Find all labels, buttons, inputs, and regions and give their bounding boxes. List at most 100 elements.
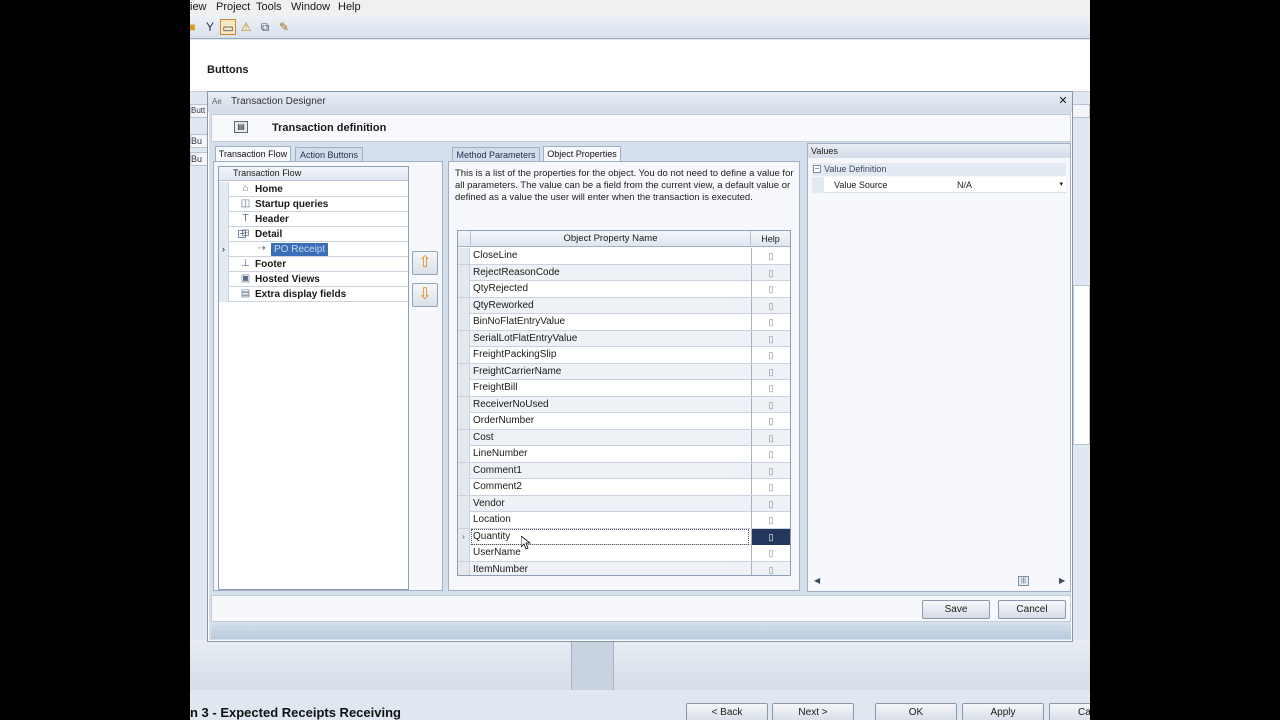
filter-icon[interactable]: Y — [202, 19, 218, 35]
property-name-cell[interactable]: QtyRejected — [473, 283, 528, 295]
property-name-cell[interactable]: OrderNumber — [473, 415, 534, 427]
table-row[interactable]: QtyRejected ▯ — [458, 281, 790, 298]
property-name-cell[interactable]: CloseLine — [473, 250, 517, 262]
wizard-ok-button[interactable]: OK — [875, 703, 957, 720]
table-row[interactable]: QtyReworked ▯ — [458, 297, 790, 314]
help-document-icon[interactable]: ▯ — [751, 429, 790, 446]
help-document-icon[interactable]: ▯ — [751, 248, 790, 264]
value-definition-section[interactable]: − Value Definition — [812, 163, 1066, 176]
tab-transaction-flow[interactable]: Transaction Flow — [215, 146, 291, 162]
tree-item-po-receipt[interactable]: › ⇢ PO Receipt — [219, 242, 408, 257]
help-document-icon[interactable]: ▯ — [751, 363, 790, 380]
screen-icon[interactable]: ▭ — [220, 19, 236, 35]
help-document-icon[interactable]: ▯ — [751, 281, 790, 297]
cancel-button[interactable]: Cancel — [998, 600, 1066, 619]
table-row[interactable]: ItemNumber ▯ — [458, 561, 790, 576]
dialog-titlebar[interactable]: Ae Transaction Designer ✕ — [208, 92, 1072, 112]
table-row[interactable]: FreightPackingSlip ▯ — [458, 347, 790, 364]
tree-item-extra-display-fields[interactable]: ▤ Extra display fields — [219, 287, 408, 302]
dropdown-arrow-icon[interactable]: ▾ — [1059, 177, 1063, 193]
property-name-cell[interactable]: SerialLotFlatEntryValue — [473, 333, 577, 345]
pencil-icon[interactable]: ✎ — [276, 19, 292, 35]
tree-item-home[interactable]: ⌂ Home — [219, 182, 408, 197]
property-name-cell[interactable]: QtyReworked — [473, 300, 534, 312]
table-row[interactable]: RejectReasonCode ▯ — [458, 264, 790, 281]
property-name-cell[interactable]: Comment2 — [473, 481, 522, 493]
property-name-cell[interactable]: ReceiverNoUsed — [473, 399, 549, 411]
tree-item-footer[interactable]: ⊥ Footer — [219, 257, 408, 272]
table-row[interactable]: › Quantity ▯ — [458, 528, 790, 545]
help-document-icon[interactable]: ▯ — [751, 380, 790, 396]
menu-view[interactable]: iew — [190, 1, 207, 13]
column-header-property-name[interactable]: Object Property Name — [470, 231, 751, 247]
property-name-cell[interactable]: Cost — [473, 432, 494, 444]
table-row[interactable]: UserName ▯ — [458, 545, 790, 562]
property-name-cell[interactable]: RejectReasonCode — [473, 267, 560, 279]
help-document-icon[interactable]: ▯ — [751, 396, 790, 413]
help-document-icon[interactable]: ▯ — [751, 495, 790, 512]
menu-help[interactable]: Help — [338, 1, 361, 13]
tree-item-header[interactable]: T Header — [219, 212, 408, 227]
table-row[interactable]: SerialLotFlatEntryValue ▯ — [458, 330, 790, 347]
help-document-icon[interactable]: ▯ — [751, 347, 790, 363]
table-row[interactable]: Comment2 ▯ — [458, 479, 790, 496]
save-button[interactable]: Save — [922, 600, 990, 619]
help-document-icon[interactable]: ▯ — [751, 512, 790, 528]
help-document-icon[interactable]: ▯ — [751, 545, 790, 561]
wizard-back-button[interactable]: < Back — [686, 703, 768, 720]
help-document-icon[interactable]: ▯ — [751, 462, 790, 479]
menu-project[interactable]: Project — [216, 1, 250, 13]
move-down-button[interactable]: ⇩ — [412, 283, 438, 307]
table-row[interactable]: LineNumber ▯ — [458, 446, 790, 463]
table-row[interactable]: Vendor ▯ — [458, 495, 790, 512]
column-header-help[interactable]: Help — [751, 231, 790, 247]
property-name-cell[interactable]: FreightBill — [473, 382, 517, 394]
property-name-cell[interactable]: Comment1 — [473, 465, 522, 477]
wizard-cancel-button[interactable]: Ca — [1049, 703, 1090, 720]
table-row[interactable]: FreightBill ▯ — [458, 380, 790, 397]
property-name-cell[interactable]: Location — [473, 514, 511, 526]
scroll-thumb[interactable]: ||| — [1018, 576, 1029, 586]
collapse-icon[interactable]: − — [813, 165, 821, 173]
scroll-left-icon[interactable]: ◀ — [814, 576, 820, 585]
wizard-next-button[interactable]: Next > — [772, 703, 854, 720]
property-name-cell[interactable]: FreightCarrierName — [473, 366, 561, 378]
table-row[interactable]: BinNoFlatEntryValue ▯ — [458, 314, 790, 331]
value-source-select[interactable]: N/A ▾ — [957, 177, 1067, 193]
tab-action-buttons[interactable]: Action Buttons — [295, 147, 363, 162]
tree-item-startup-queries[interactable]: ◫ Startup queries — [219, 197, 408, 212]
close-icon[interactable]: ✕ — [1056, 94, 1070, 108]
help-document-icon[interactable]: ▯ — [751, 479, 790, 495]
menu-window[interactable]: Window — [291, 1, 330, 13]
folder-icon[interactable]: ■ — [190, 19, 200, 35]
table-row[interactable]: Cost ▯ — [458, 429, 790, 446]
help-document-icon[interactable]: ▯ — [751, 446, 790, 462]
table-row[interactable]: FreightCarrierName ▯ — [458, 363, 790, 380]
property-name-cell[interactable]: ItemNumber — [473, 564, 528, 576]
values-horizontal-scrollbar[interactable]: ◀ ||| ▶ — [812, 576, 1066, 588]
tab-method-parameters[interactable]: Method Parameters — [452, 147, 540, 162]
help-document-icon[interactable]: ▯ — [751, 314, 790, 330]
scroll-right-icon[interactable]: ▶ — [1059, 576, 1065, 585]
help-document-icon[interactable]: ▯ — [751, 297, 790, 314]
tree-item-hosted-views[interactable]: ▣ Hosted Views — [219, 272, 408, 287]
table-row[interactable]: Location ▯ — [458, 512, 790, 529]
table-row[interactable]: CloseLine ▯ — [458, 248, 790, 265]
property-name-cell[interactable]: FreightPackingSlip — [473, 349, 556, 361]
help-document-icon[interactable]: ▯ — [751, 413, 790, 429]
property-name-cell[interactable]: Vendor — [473, 498, 505, 510]
table-row[interactable]: ReceiverNoUsed ▯ — [458, 396, 790, 413]
property-name-cell[interactable]: LineNumber — [473, 448, 527, 460]
help-document-icon[interactable]: ▯ — [751, 528, 790, 545]
tree-item-detail[interactable]: − ⊞ Detail — [219, 227, 408, 242]
menu-tools[interactable]: Tools — [256, 1, 282, 13]
table-row[interactable]: Comment1 ▯ — [458, 462, 790, 479]
wizard-apply-button[interactable]: Apply — [962, 703, 1044, 720]
warning-icon[interactable]: ⚠ — [238, 19, 254, 35]
tab-object-properties[interactable]: Object Properties — [543, 146, 621, 162]
property-name-cell[interactable]: BinNoFlatEntryValue — [473, 316, 565, 328]
value-source-row[interactable]: Value Source N/A ▾ — [812, 177, 1066, 193]
property-name-cell[interactable]: Quantity — [471, 528, 749, 545]
property-name-cell[interactable]: UserName — [473, 547, 521, 559]
help-document-icon[interactable]: ▯ — [751, 264, 790, 281]
